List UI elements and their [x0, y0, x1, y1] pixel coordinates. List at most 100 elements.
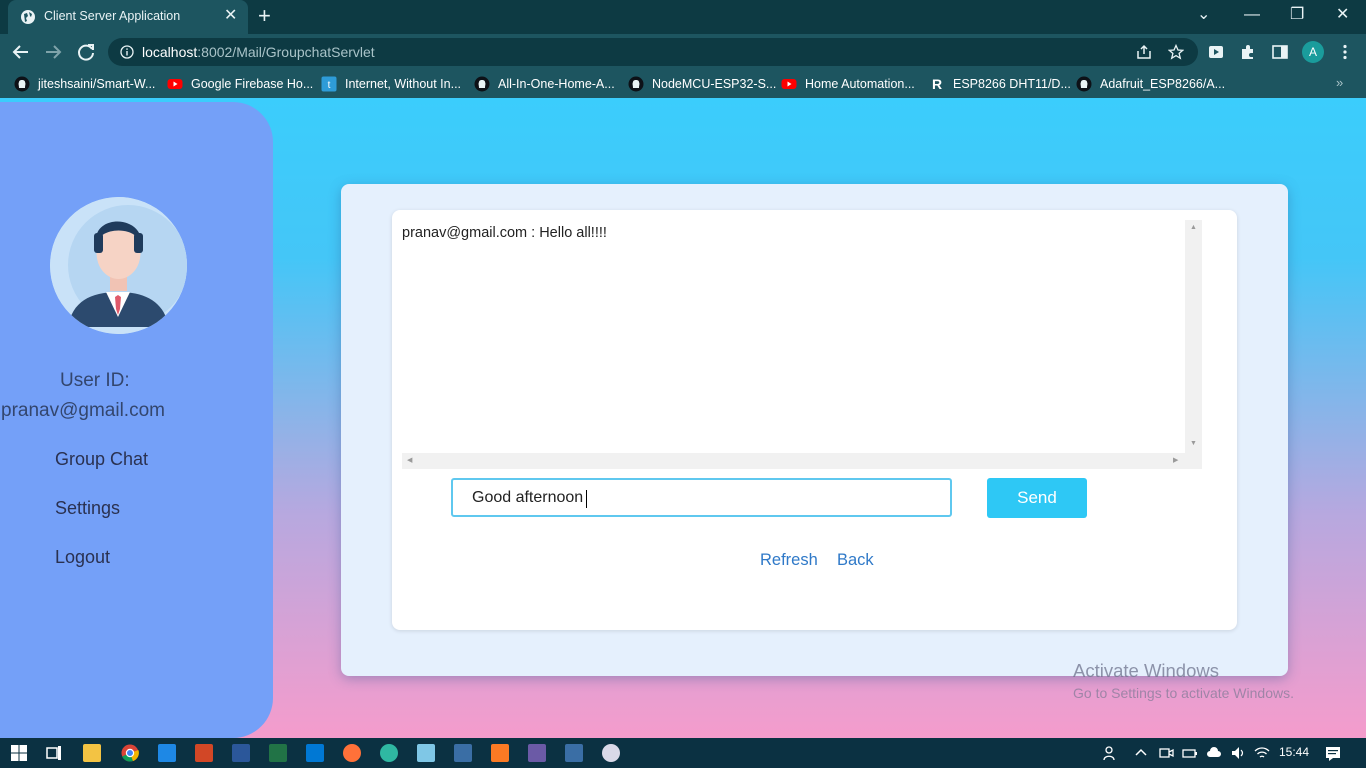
bookmark-item[interactable]: Adafruit_ESP8266/A...: [1076, 75, 1225, 93]
bookmark-item[interactable]: jiteshsaini/Smart-W...: [14, 75, 155, 93]
website-icon: t: [321, 76, 337, 92]
notification-icon[interactable]: [1325, 745, 1341, 761]
network-tool-icon[interactable]: [454, 744, 472, 762]
text-caret: [586, 490, 587, 508]
activate-windows-subtitle: Go to Settings to activate Windows.: [1073, 685, 1294, 701]
bookmark-label: Home Automation...: [805, 77, 915, 91]
youtube-icon: [167, 79, 183, 89]
side-panel-icon[interactable]: [1271, 43, 1289, 61]
chrome-icon[interactable]: [121, 744, 139, 762]
bookmark-item[interactable]: t Internet, Without In...: [321, 75, 461, 93]
bookmark-label: NodeMCU-ESP32-S...: [652, 77, 777, 91]
restore-icon[interactable]: ❐: [1290, 6, 1304, 24]
back-link[interactable]: Back: [837, 551, 874, 570]
chat-messages-textarea[interactable]: pranav@gmail.com : Hello all!!!! ▲ ▼ ◀ ▶: [402, 220, 1202, 469]
bookmarks-bar: jiteshsaini/Smart-W... Google Firebase H…: [0, 70, 1366, 98]
refresh-link[interactable]: Refresh: [760, 551, 818, 570]
word-icon[interactable]: [232, 744, 250, 762]
app-icon[interactable]: [565, 744, 583, 762]
scroll-up-icon[interactable]: ▲: [1190, 224, 1197, 232]
battery-icon[interactable]: [1182, 745, 1198, 761]
windows-taskbar: 15:44: [0, 738, 1366, 768]
svg-text:R: R: [932, 76, 942, 92]
youtube-icon: [781, 79, 797, 89]
tab-search-icon[interactable]: ⌄: [1197, 6, 1210, 24]
back-arrow-icon[interactable]: [10, 41, 32, 63]
sidebar: User ID: pranav@gmail.com Group Chat Set…: [0, 102, 273, 738]
xampp-icon[interactable]: [491, 744, 509, 762]
activate-windows-title: Activate Windows: [1073, 660, 1219, 681]
bookmark-label: ESP8266 DHT11/D...: [953, 77, 1071, 91]
bookmark-item[interactable]: Google Firebase Ho...: [167, 75, 313, 93]
cloud-icon[interactable]: [1206, 745, 1222, 761]
file-explorer-icon[interactable]: [83, 744, 101, 762]
address-bar[interactable]: localhost:8002/Mail/GroupchatServlet: [108, 38, 1198, 66]
horizontal-scrollbar[interactable]: ◀ ▶: [402, 453, 1202, 469]
edge-icon[interactable]: [380, 744, 398, 762]
forward-arrow-icon[interactable]: [42, 41, 64, 63]
page-viewport: User ID: pranav@gmail.com Group Chat Set…: [0, 98, 1366, 738]
notepad-icon[interactable]: [417, 744, 435, 762]
send-button[interactable]: Send: [987, 478, 1087, 518]
meet-icon[interactable]: [1158, 745, 1174, 761]
minimize-icon[interactable]: —: [1244, 6, 1260, 24]
profile-avatar-icon[interactable]: A: [1302, 41, 1324, 63]
settings-gear-icon[interactable]: [602, 744, 620, 762]
wifi-icon[interactable]: [1254, 745, 1270, 761]
tab-close-icon[interactable]: ✕: [224, 8, 237, 24]
scroll-down-icon[interactable]: ▼: [1190, 440, 1197, 448]
scroll-right-icon[interactable]: ▶: [1173, 457, 1178, 465]
browser-tab-bar: Client Server Application ✕ + ⌄ — ❐ ✕: [0, 0, 1366, 34]
reload-icon[interactable]: [75, 41, 97, 63]
task-view-icon[interactable]: [45, 744, 63, 762]
taskbar-clock[interactable]: 15:44: [1279, 745, 1309, 759]
menu-kebab-icon[interactable]: [1336, 43, 1354, 61]
sidebar-link-group-chat[interactable]: Group Chat: [55, 449, 148, 470]
scroll-left-icon[interactable]: ◀: [407, 457, 412, 465]
chevron-up-icon[interactable]: [1133, 745, 1149, 761]
window-close-icon[interactable]: ✕: [1336, 6, 1349, 24]
share-icon[interactable]: [1136, 44, 1152, 60]
bookmark-item[interactable]: All-In-One-Home-A...: [474, 75, 615, 93]
bookmark-label: Google Firebase Ho...: [191, 77, 314, 91]
people-icon[interactable]: [1103, 745, 1119, 761]
new-tab-icon[interactable]: +: [258, 5, 271, 27]
firefox-icon[interactable]: [343, 744, 361, 762]
github-icon: [628, 76, 644, 92]
browser-toolbar: localhost:8002/Mail/GroupchatServlet A: [0, 34, 1366, 70]
browser-tab[interactable]: Client Server Application ✕: [8, 0, 248, 34]
svg-text:t: t: [328, 80, 331, 91]
powerpoint-icon[interactable]: [195, 744, 213, 762]
url-path: :8002/Mail/GroupchatServlet: [197, 44, 375, 60]
windows-start-icon[interactable]: [10, 744, 28, 762]
tab-title: Client Server Application: [44, 9, 181, 23]
bookmark-item[interactable]: Home Automation...: [781, 75, 915, 93]
store-icon[interactable]: [158, 744, 176, 762]
vscode-icon[interactable]: [306, 744, 324, 762]
github-icon: [14, 76, 30, 92]
vertical-scrollbar[interactable]: ▲ ▼: [1185, 220, 1202, 453]
bookmark-item[interactable]: NodeMCU-ESP32-S...: [628, 75, 776, 93]
bookmark-label: All-In-One-Home-A...: [498, 77, 615, 91]
bookmark-item[interactable]: R ESP8266 DHT11/D...: [929, 75, 1071, 93]
eclipse-icon[interactable]: [528, 744, 546, 762]
sidebar-link-settings[interactable]: Settings: [55, 498, 120, 519]
message-input[interactable]: [451, 478, 952, 517]
user-id-value: pranav@gmail.com: [1, 400, 165, 421]
bookmark-label: jiteshsaini/Smart-W...: [38, 77, 156, 91]
excel-icon[interactable]: [269, 744, 287, 762]
sidebar-link-logout[interactable]: Logout: [55, 547, 110, 568]
site-info-icon[interactable]: [120, 45, 134, 59]
github-icon: [474, 76, 490, 92]
bookmark-star-icon[interactable]: [1168, 44, 1184, 60]
bookmark-label: Internet, Without In...: [345, 77, 462, 91]
volume-icon[interactable]: [1230, 745, 1246, 761]
url-text: localhost:8002/Mail/GroupchatServlet: [142, 44, 375, 60]
chat-panel: pranav@gmail.com : Hello all!!!! ▲ ▼ ◀ ▶…: [341, 184, 1288, 676]
bookmarks-overflow-icon[interactable]: »: [1336, 75, 1343, 90]
media-icon[interactable]: [1207, 43, 1225, 61]
github-icon: [1076, 76, 1092, 92]
user-id-label: User ID:: [60, 370, 130, 391]
extensions-puzzle-icon[interactable]: [1239, 43, 1257, 61]
r-icon: R: [932, 76, 942, 92]
